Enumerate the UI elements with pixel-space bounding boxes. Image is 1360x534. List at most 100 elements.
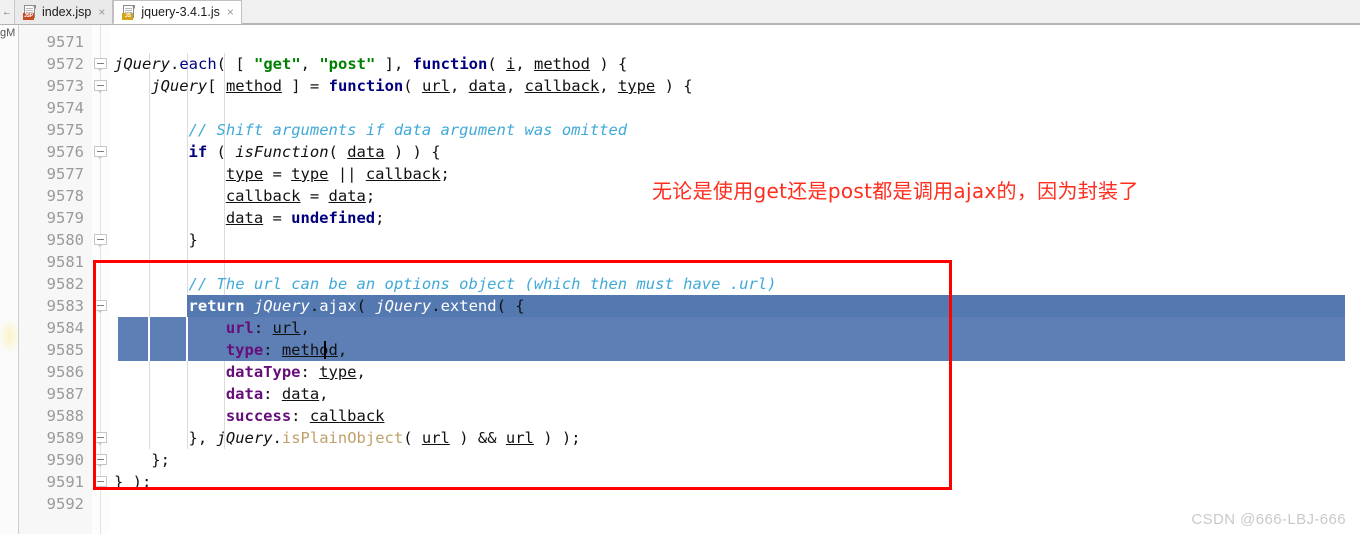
code-token: } <box>188 231 198 249</box>
code-token: data <box>225 209 264 227</box>
code-token: , <box>449 77 469 95</box>
code-token: function <box>328 77 404 95</box>
code-token: if <box>188 143 208 161</box>
js-badge-label: JS <box>122 12 134 20</box>
code-line[interactable]: }, jQuery.isPlainObject( url ) && url ) … <box>189 427 581 449</box>
code-token: ( <box>328 143 348 161</box>
fold-toggle-icon[interactable] <box>94 80 108 94</box>
code-token: ) && <box>449 429 506 447</box>
code-editor[interactable]: gM 9571 9572 9573 9574 9575 9576 9577 9578 9579 9… <box>0 25 1360 534</box>
fold-toggle-icon[interactable] <box>94 58 108 72</box>
code-token: : <box>291 407 310 425</box>
jsp-badge-label: JSP <box>23 12 34 20</box>
code-token: ajax <box>319 297 357 315</box>
code-line[interactable]: url: url, <box>226 317 310 339</box>
code-token: callback <box>524 77 600 95</box>
code-token: ( <box>403 77 422 95</box>
line-number: 9578 <box>46 187 84 205</box>
close-icon[interactable]: × <box>98 6 105 18</box>
close-icon[interactable]: × <box>227 6 234 18</box>
red-annotation-text: 无论是使用get还是post都是调用ajax的，因为封装了 <box>652 179 1139 203</box>
left-annotation-strip: gM <box>0 25 19 534</box>
code-line[interactable]: } ); <box>114 471 151 493</box>
fold-toggle-icon[interactable] <box>94 476 108 490</box>
code-token: ) { <box>590 55 628 73</box>
js-file-icon: JS <box>122 4 136 20</box>
code-token: i <box>506 55 516 73</box>
code-token: url <box>505 429 534 447</box>
code-line[interactable]: data = undefined; <box>226 207 385 229</box>
code-line[interactable]: if ( isFunction( data ) ) { <box>189 141 441 163</box>
code-token: success <box>225 407 292 425</box>
code-token: return <box>188 297 245 315</box>
code-token: ( <box>487 55 506 73</box>
code-token: data <box>347 143 385 161</box>
code-token: = <box>263 209 292 227</box>
fold-toggle-icon[interactable] <box>94 234 108 248</box>
line-number: 9573 <box>46 77 84 95</box>
code-line[interactable]: dataType: type, <box>226 361 366 383</box>
tab-index-jsp[interactable]: JSP index.jsp × <box>15 0 114 24</box>
fold-toggle-icon[interactable] <box>94 454 108 468</box>
code-token: method <box>534 55 591 73</box>
code-token: , <box>356 363 366 381</box>
line-number: 9576 <box>46 143 84 161</box>
line-number: 9581 <box>46 253 84 271</box>
code-token: callback <box>225 187 301 205</box>
code-line[interactable]: // The url can be an options object (whi… <box>189 273 777 295</box>
line-number: 9580 <box>46 231 84 249</box>
code-token: "post" <box>319 55 376 73</box>
code-token: jQuery <box>216 429 273 447</box>
csdn-watermark: CSDN @666-LBJ-666 <box>1191 511 1346 528</box>
tab-jquery-js[interactable]: JS jquery-3.4.1.js × <box>113 0 242 24</box>
code-line[interactable]: data: data, <box>226 383 329 405</box>
code-line[interactable]: jQuery.each( [ "get", "post" ], function… <box>114 53 627 75</box>
code-surface[interactable]: jQuery.each( [ "get", "post" ], function… <box>110 25 1360 534</box>
code-line[interactable]: success: callback <box>226 405 385 427</box>
code-token: extend <box>440 297 497 315</box>
code-token: ] = <box>281 77 329 95</box>
code-token: jQuery <box>114 55 170 73</box>
line-number: 9584 <box>46 319 84 337</box>
code-token: . <box>272 429 282 447</box>
code-token: callback <box>309 407 385 425</box>
code-token: ) ); <box>533 429 581 447</box>
code-token: each <box>179 55 217 73</box>
code-line[interactable]: } <box>189 229 198 251</box>
code-line[interactable]: type: method, <box>226 339 347 361</box>
fold-toggle-icon[interactable] <box>94 432 108 446</box>
line-number: 9592 <box>46 495 84 513</box>
code-token: ], <box>375 55 413 73</box>
line-number: 9582 <box>46 275 84 293</box>
selection-gap <box>185 339 188 361</box>
fold-toggle-icon[interactable] <box>94 146 108 160</box>
code-line[interactable]: // Shift arguments if data argument was … <box>189 119 628 141</box>
code-line[interactable]: callback = data; <box>226 185 375 207</box>
code-token: ; <box>375 209 385 227</box>
selection-gap <box>185 317 188 339</box>
code-line[interactable]: }; <box>151 449 170 471</box>
code-line[interactable]: return jQuery.ajax( jQuery.extend( { <box>189 295 525 317</box>
code-fold-column[interactable] <box>92 25 110 534</box>
code-token: , <box>599 77 618 95</box>
code-token: . <box>170 55 180 73</box>
code-token: type <box>291 165 329 183</box>
code-token: jQuery <box>151 77 208 95</box>
fold-toggle-icon[interactable] <box>94 300 108 314</box>
line-number: 9590 <box>46 451 84 469</box>
code-token: type <box>319 363 357 381</box>
selection-gap <box>148 317 151 339</box>
tab-label-index-jsp: index.jsp <box>42 5 92 19</box>
code-token: ( { <box>496 297 525 315</box>
code-token: }, <box>188 429 217 447</box>
code-line[interactable]: jQuery[ method ] = function( url, data, … <box>151 75 692 97</box>
indent-guide <box>186 53 188 449</box>
indent-guide <box>223 53 225 449</box>
code-token: ( <box>356 297 376 315</box>
line-number: 9579 <box>46 209 84 227</box>
line-number: 9588 <box>46 407 84 425</box>
code-token: data <box>328 187 366 205</box>
code-token: } ); <box>114 473 152 491</box>
tab-scroll-left-icon[interactable]: ← <box>0 0 15 24</box>
code-line[interactable]: type = type || callback; <box>226 163 450 185</box>
